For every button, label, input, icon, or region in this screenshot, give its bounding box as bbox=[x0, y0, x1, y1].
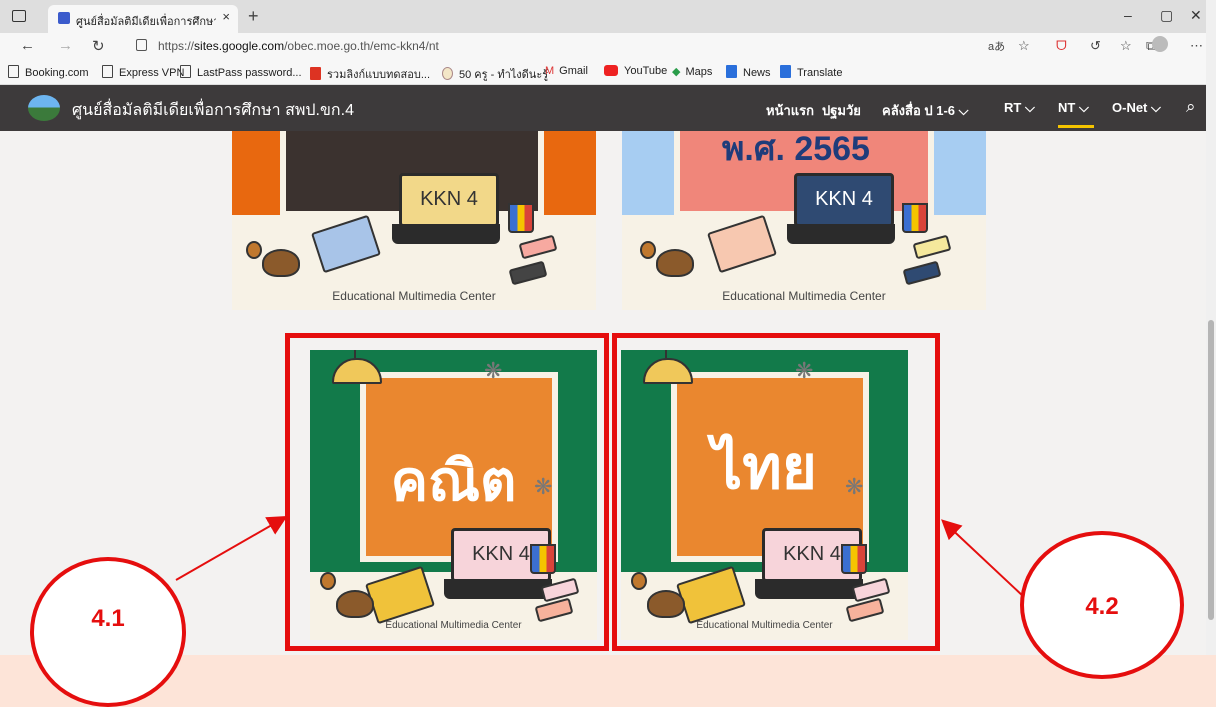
arrow-to-math bbox=[175, 516, 288, 581]
annotation-label-1: 4.1 bbox=[91, 605, 125, 632]
arrow-to-thai bbox=[941, 519, 1025, 598]
annotation-label-2: 4.2 bbox=[1085, 593, 1119, 620]
annotation-circle-1: 4.1 bbox=[30, 557, 186, 707]
annotation-circle-2: 4.2 bbox=[1020, 531, 1184, 679]
